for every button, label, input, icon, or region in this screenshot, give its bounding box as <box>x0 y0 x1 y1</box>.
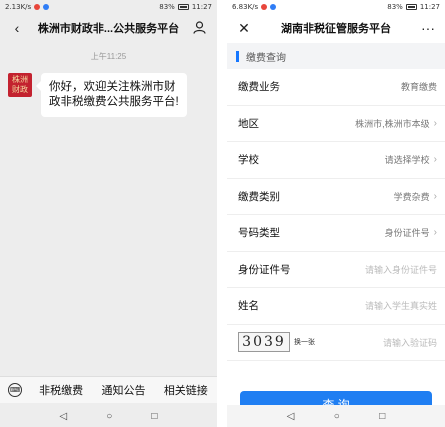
webview-header: ✕ 湖南非税征管服务平台 ··· <box>227 13 445 43</box>
battery-percent: 83% <box>159 2 175 11</box>
captcha-row: 3039 换一张 请输入验证码 <box>227 325 445 361</box>
page-title: 湖南非税征管服务平台 <box>281 23 391 35</box>
field-input[interactable]: 请输入学生真实姓 <box>365 299 437 312</box>
field-student-name[interactable]: 姓名 请输入学生真实姓 <box>227 288 445 325</box>
status-bar: 6.83K/s 83% 11:27 <box>227 0 445 13</box>
network-speed: 2.13K/s <box>5 2 32 11</box>
field-value[interactable]: 教育缴费 <box>401 80 437 93</box>
more-icon[interactable]: ··· <box>419 21 437 35</box>
field-fee-category[interactable]: 缴费类别 学费杂费 › <box>227 179 445 215</box>
captcha-image[interactable]: 3039 <box>238 332 290 353</box>
field-id-number[interactable]: 身份证件号 请输入身份证件号 <box>227 252 445 288</box>
field-payment-business[interactable]: 缴费业务 教育缴费 <box>227 69 445 106</box>
section-title: 缴费查询 <box>246 52 286 64</box>
field-label: 姓名 <box>238 300 259 313</box>
field-label: 身份证件号 <box>238 263 291 276</box>
payment-query-screen: 6.83K/s 83% 11:27 ✕ 湖南非税征管服务平台 ··· 缴费查询 … <box>227 0 445 427</box>
field-input[interactable]: 请输入身份证件号 <box>365 263 437 276</box>
account-menu-bar: ⌨ 非税缴费 通知公告 相关链接 <box>0 376 217 403</box>
section-header: 缴费查询 <box>227 43 445 69</box>
field-label: 号码类型 <box>238 227 280 240</box>
chat-title: 株洲市财政非...公共服务平台 <box>37 23 180 35</box>
field-value-text: 请输入身份证件号 <box>364 264 437 275</box>
field-label: 地区 <box>238 117 259 130</box>
app-notification-icon <box>270 3 277 10</box>
app-notification-icon <box>261 3 268 10</box>
message-timestamp: 上午11:25 <box>90 52 127 61</box>
field-value-text: 请输入学生真实姓 <box>364 301 437 312</box>
captcha-input[interactable]: 请输入验证码 <box>383 336 437 349</box>
wechat-chat-screen: 2.13K/s 83% 11:27 ‹ 株洲市财政非...公共服务平台 上午11… <box>0 0 217 427</box>
network-speed: 6.83K/s <box>232 2 259 11</box>
field-region[interactable]: 地区 株洲市,株洲市本级 › <box>227 106 445 142</box>
field-value-text: 身份证件号 <box>384 228 430 239</box>
account-avatar[interactable]: 株洲 财政 <box>8 73 32 97</box>
home-nav-icon[interactable]: ○ <box>334 411 340 422</box>
menu-item-links[interactable]: 相关链接 <box>155 382 217 398</box>
message-row: 株洲 财政 你好，欢迎关注株洲市财政非税缴费公共服务平台! <box>0 73 217 117</box>
keyboard-icon[interactable]: ⌨ <box>0 383 30 397</box>
menu-item-announcements[interactable]: 通知公告 <box>92 382 154 398</box>
message-bubble: 你好，欢迎关注株洲市财政非税缴费公共服务平台! <box>36 73 187 117</box>
field-value[interactable]: 株洲市,株洲市本级 › <box>355 117 437 130</box>
field-id-type[interactable]: 号码类型 身份证件号 › <box>227 215 445 252</box>
system-nav-bar: ◁ ○ □ <box>227 405 445 427</box>
home-nav-icon[interactable]: ○ <box>106 411 112 422</box>
recents-nav-icon[interactable]: □ <box>379 411 385 422</box>
chevron-left-icon[interactable]: ‹ <box>8 21 26 35</box>
back-nav-icon[interactable]: ◁ <box>287 411 295 422</box>
menu-item-fee-payment[interactable]: 非税缴费 <box>30 382 92 398</box>
chevron-right-icon: › <box>433 190 437 202</box>
field-value[interactable]: 学费杂费 › <box>394 190 437 203</box>
field-label: 学校 <box>238 154 259 167</box>
chevron-right-icon: › <box>433 227 437 239</box>
chat-header: ‹ 株洲市财政非...公共服务平台 <box>0 13 217 43</box>
field-value-text: 请选择学校 <box>384 155 430 166</box>
query-form: 缴费业务 教育缴费 地区 株洲市,株洲市本级 › 学校 请选择学校 › 缴费类别 学费杂费 › 号码类… <box>227 69 445 325</box>
close-icon[interactable]: ✕ <box>235 21 253 35</box>
field-school[interactable]: 学校 请选择学校 › <box>227 142 445 179</box>
clock: 11:27 <box>419 2 440 11</box>
field-value-text: 学费杂费 <box>393 191 430 202</box>
back-nav-icon[interactable]: ◁ <box>60 411 68 422</box>
battery-icon <box>177 3 189 10</box>
clock: 11:27 <box>191 2 212 11</box>
field-value[interactable]: 身份证件号 › <box>385 226 437 239</box>
refresh-captcha-link[interactable]: 换一张 <box>294 337 315 347</box>
field-label: 缴费类别 <box>238 190 280 203</box>
battery-icon <box>405 3 417 10</box>
field-value[interactable]: 请选择学校 › <box>385 153 437 166</box>
person-icon[interactable] <box>191 20 209 36</box>
field-label: 缴费业务 <box>238 81 280 94</box>
app-notification-icon <box>34 3 41 10</box>
recents-nav-icon[interactable]: □ <box>151 411 157 422</box>
section-accent-bar <box>236 50 239 62</box>
field-value-text: 株洲市,株洲市本级 <box>355 118 430 129</box>
status-bar: 2.13K/s 83% 11:27 <box>0 0 217 13</box>
chevron-right-icon: › <box>433 154 437 166</box>
battery-percent: 83% <box>387 2 403 11</box>
chevron-right-icon: › <box>433 117 437 129</box>
field-value-text: 教育缴费 <box>400 82 437 93</box>
system-nav-bar: ◁ ○ □ <box>0 405 217 427</box>
app-notification-icon <box>43 3 50 10</box>
